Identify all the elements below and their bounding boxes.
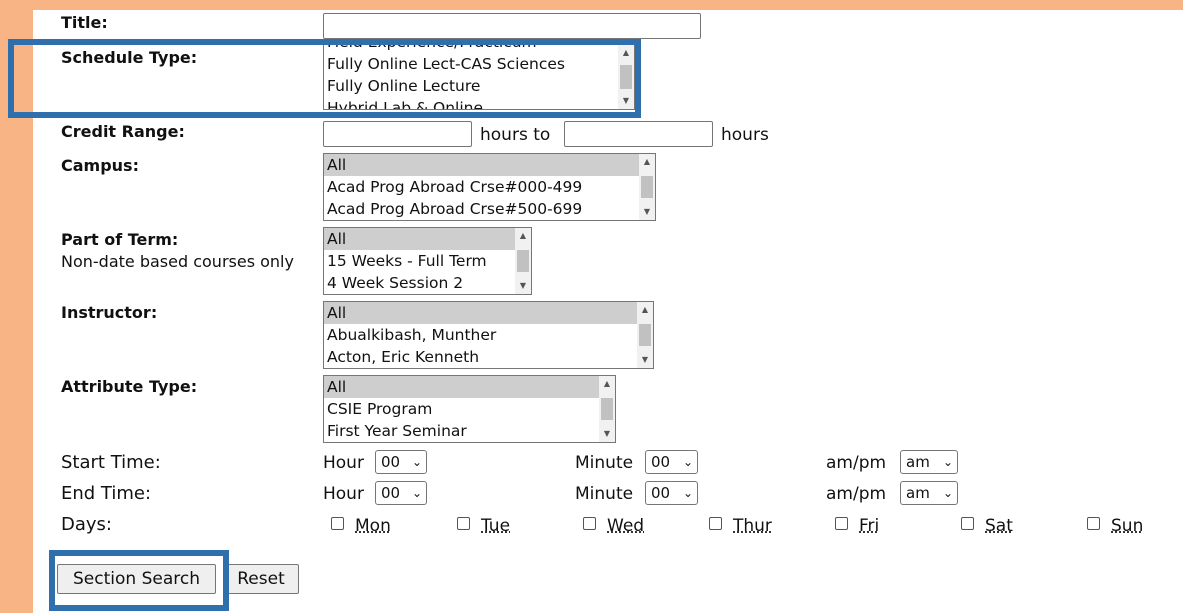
chevron-down-icon: ⌄ — [411, 455, 422, 469]
scroll-thumb[interactable] — [639, 324, 651, 346]
attribute-type-label: Attribute Type: — [61, 377, 198, 396]
end-minute-value: 00 — [651, 484, 671, 502]
scroll-down-icon[interactable]: ▼ — [639, 205, 655, 219]
day-checkbox-tue[interactable] — [457, 517, 470, 530]
credit-range-label: Credit Range: — [61, 122, 185, 141]
attribute-type-listbox[interactable]: All CSIE Program First Year Seminar ▲ ▼ — [323, 375, 616, 443]
title-input[interactable] — [323, 13, 701, 39]
end-ampm-select[interactable]: am ⌄ — [900, 481, 958, 505]
part-of-term-option[interactable]: 15 Weeks - Full Term — [324, 250, 515, 272]
end-minute-select[interactable]: 00 ⌄ — [645, 481, 698, 505]
start-hour-label: Hour — [323, 453, 364, 473]
scroll-thumb[interactable] — [641, 176, 653, 198]
end-hour-label: Hour — [323, 484, 364, 504]
part-of-term-listbox[interactable]: All 15 Weeks - Full Term 4 Week Session … — [323, 227, 532, 295]
attribute-type-option[interactable]: First Year Seminar — [324, 420, 599, 442]
part-of-term-option[interactable]: All — [324, 228, 515, 250]
day-checkbox-sun[interactable] — [1087, 517, 1100, 530]
part-of-term-label: Part of Term: — [61, 230, 179, 249]
campus-label: Campus: — [61, 156, 139, 175]
attribute-type-option[interactable]: All — [324, 376, 599, 398]
end-hour-select[interactable]: 00 ⌄ — [375, 481, 427, 505]
instructor-option[interactable]: Acton, Eric Kenneth — [324, 346, 637, 368]
scroll-down-icon[interactable]: ▼ — [637, 353, 653, 367]
day-label-thur[interactable]: Thur — [733, 516, 772, 536]
part-of-term-option[interactable]: 4 Week Session 2 — [324, 272, 515, 294]
campus-option[interactable]: Acad Prog Abroad Crse#500-699 — [324, 198, 639, 220]
campus-option[interactable]: All — [324, 154, 639, 176]
end-minute-label: Minute — [575, 484, 634, 504]
reset-button[interactable]: Reset — [223, 564, 299, 594]
end-time-label: End Time: — [61, 483, 152, 504]
day-label-tue[interactable]: Tue — [481, 516, 510, 536]
day-label-mon[interactable]: Mon — [355, 516, 391, 536]
credit-hours-text: hours — [721, 125, 769, 145]
part-of-term-scrollbar[interactable]: ▲ ▼ — [515, 228, 531, 294]
campus-listbox[interactable]: All Acad Prog Abroad Crse#000-499 Acad P… — [323, 153, 656, 221]
attribute-type-option[interactable]: CSIE Program — [324, 398, 599, 420]
day-label-wed[interactable]: Wed — [607, 516, 644, 536]
instructor-scrollbar[interactable]: ▲ ▼ — [637, 302, 653, 368]
instructor-option[interactable]: Abualkibash, Munther — [324, 324, 637, 346]
start-ampm-select[interactable]: am ⌄ — [900, 450, 958, 474]
scroll-up-icon[interactable]: ▲ — [639, 155, 655, 169]
day-checkbox-sat[interactable] — [961, 517, 974, 530]
title-label: Title: — [61, 13, 108, 32]
schedule-type-highlight-box — [8, 39, 641, 118]
credit-to-input[interactable] — [564, 121, 713, 147]
start-minute-value: 00 — [651, 453, 671, 471]
scroll-down-icon[interactable]: ▼ — [599, 427, 615, 441]
instructor-option[interactable]: All — [324, 302, 637, 324]
day-checkbox-wed[interactable] — [583, 517, 596, 530]
day-label-sun[interactable]: Sun — [1111, 516, 1143, 536]
chevron-down-icon: ⌄ — [682, 455, 693, 469]
end-ampm-label: am/pm — [826, 484, 887, 504]
end-ampm-value: am — [906, 484, 930, 502]
start-hour-value: 00 — [381, 453, 401, 471]
start-minute-label: Minute — [575, 453, 634, 473]
chevron-down-icon: ⌄ — [411, 486, 422, 500]
credit-from-input[interactable] — [323, 121, 472, 147]
part-of-term-note: Non-date based courses only — [61, 252, 294, 271]
section-search-highlight-box — [49, 550, 229, 611]
day-label-sat[interactable]: Sat — [985, 516, 1013, 536]
end-hour-value: 00 — [381, 484, 401, 502]
scroll-up-icon[interactable]: ▲ — [599, 377, 615, 391]
days-label: Days: — [61, 514, 112, 535]
credit-hours-to-text: hours to — [480, 125, 551, 145]
scroll-thumb[interactable] — [601, 398, 613, 420]
start-ampm-label: am/pm — [826, 453, 887, 473]
instructor-label: Instructor: — [61, 303, 158, 322]
scroll-up-icon[interactable]: ▲ — [515, 229, 531, 243]
start-time-label: Start Time: — [61, 452, 161, 473]
scroll-thumb[interactable] — [517, 250, 529, 272]
chevron-down-icon: ⌄ — [942, 486, 953, 500]
day-checkbox-mon[interactable] — [331, 517, 344, 530]
day-label-fri[interactable]: Fri — [859, 516, 879, 536]
chevron-down-icon: ⌄ — [682, 486, 693, 500]
day-checkbox-thur[interactable] — [709, 517, 722, 530]
start-minute-select[interactable]: 00 ⌄ — [645, 450, 698, 474]
scroll-down-icon[interactable]: ▼ — [515, 279, 531, 293]
day-checkbox-fri[interactable] — [835, 517, 848, 530]
start-ampm-value: am — [906, 453, 930, 471]
campus-option[interactable]: Acad Prog Abroad Crse#000-499 — [324, 176, 639, 198]
campus-scrollbar[interactable]: ▲ ▼ — [639, 154, 655, 220]
scroll-up-icon[interactable]: ▲ — [637, 303, 653, 317]
start-hour-select[interactable]: 00 ⌄ — [375, 450, 427, 474]
chevron-down-icon: ⌄ — [942, 455, 953, 469]
instructor-listbox[interactable]: All Abualkibash, Munther Acton, Eric Ken… — [323, 301, 654, 369]
attribute-type-scrollbar[interactable]: ▲ ▼ — [599, 376, 615, 442]
